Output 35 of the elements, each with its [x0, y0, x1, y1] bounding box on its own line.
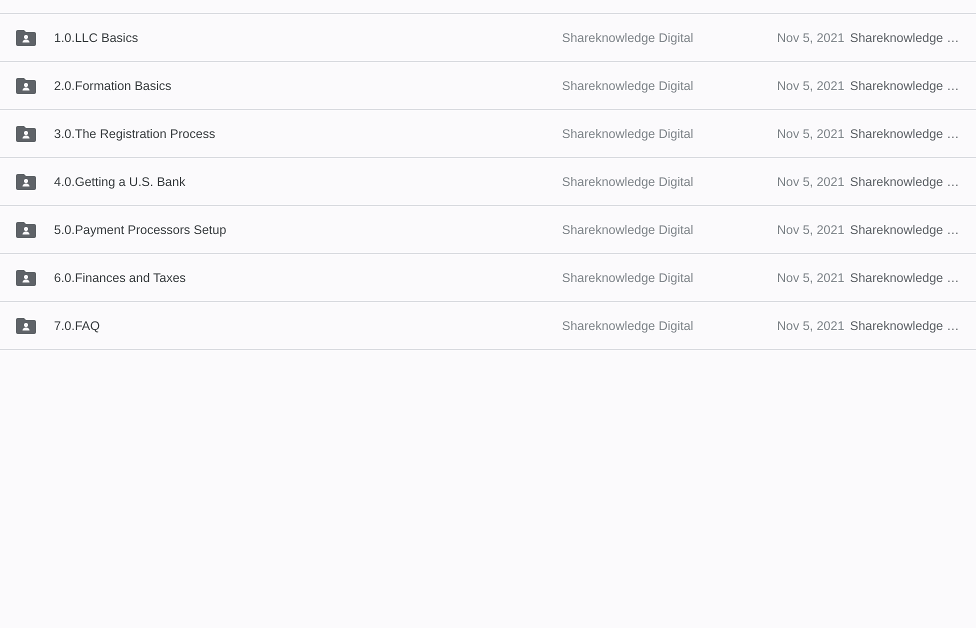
shared-folder-icon: [16, 174, 36, 190]
modified-by: Shareknowledge …: [850, 270, 960, 284]
folder-name[interactable]: 6.0.Finances and Taxes: [54, 270, 186, 284]
modified-by: Shareknowledge …: [850, 318, 960, 332]
shared-folder-icon: [16, 318, 36, 334]
owner-name: Shareknowledge Digital: [562, 126, 694, 140]
shared-folder-icon: [16, 78, 36, 94]
modified-date: Nov 5, 2021: [777, 126, 844, 140]
modified-by: Shareknowledge …: [850, 30, 960, 44]
shared-folder-icon: [16, 270, 36, 286]
folder-name[interactable]: 2.0.Formation Basics: [54, 78, 172, 92]
modified-by: Shareknowledge …: [850, 174, 960, 188]
modified-date: Nov 5, 2021: [777, 318, 844, 332]
modified-date: Nov 5, 2021: [777, 30, 844, 44]
modified-by: Shareknowledge …: [850, 78, 960, 92]
modified-date: Nov 5, 2021: [777, 78, 844, 92]
owner-name: Shareknowledge Digital: [562, 222, 694, 236]
shared-folder-icon: [16, 126, 36, 142]
shared-folder-icon: [16, 30, 36, 46]
folder-name[interactable]: 5.0.Payment Processors Setup: [54, 222, 226, 236]
owner-name: Shareknowledge Digital: [562, 174, 694, 188]
owner-name: Shareknowledge Digital: [562, 270, 694, 284]
modified-date: Nov 5, 2021: [777, 222, 844, 236]
owner-name: Shareknowledge Digital: [562, 30, 694, 44]
folder-name[interactable]: 3.0.The Registration Process: [54, 126, 216, 140]
owner-name: Shareknowledge Digital: [562, 78, 694, 92]
modified-date: Nov 5, 2021: [777, 174, 844, 188]
shared-folder-icon: [16, 222, 36, 238]
modified-by: Shareknowledge …: [850, 222, 960, 236]
owner-name: Shareknowledge Digital: [562, 318, 694, 332]
folder-name[interactable]: 1.0.LLC Basics: [54, 30, 138, 44]
modified-by: Shareknowledge …: [850, 126, 960, 140]
folder-name[interactable]: 4.0.Getting a U.S. Bank: [54, 174, 186, 188]
modified-date: Nov 5, 2021: [777, 270, 844, 284]
folder-name[interactable]: 7.0.FAQ: [54, 318, 100, 332]
